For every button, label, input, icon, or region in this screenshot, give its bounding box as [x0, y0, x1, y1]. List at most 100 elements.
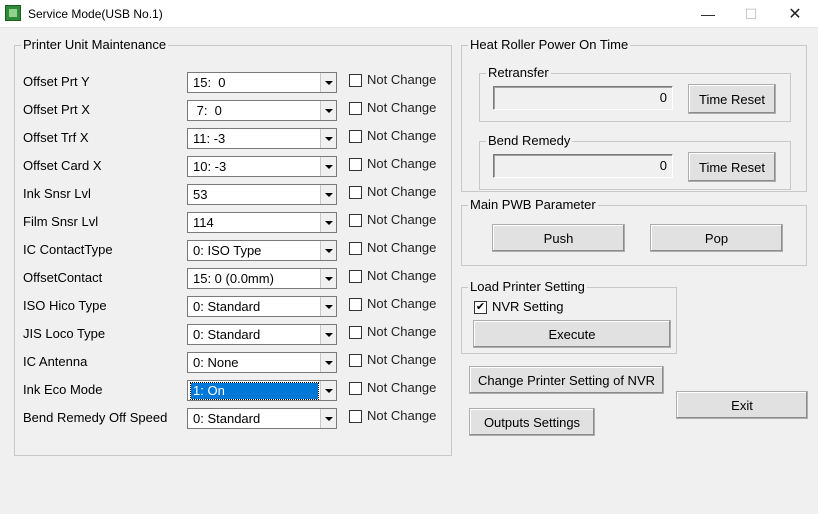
- ink-eco-mode-select[interactable]: 1: On: [187, 380, 337, 401]
- pop-button[interactable]: Pop: [650, 224, 783, 252]
- not-change-label: Not Change: [367, 324, 437, 339]
- bend-remedy-group: Bend Remedy 0 Time Reset: [479, 134, 791, 190]
- combo-value: 114: [193, 215, 214, 230]
- combo-value: 11: -3: [193, 131, 226, 146]
- heat-roller-label: Heat Roller Power On Time: [470, 37, 629, 52]
- chevron-down-icon[interactable]: [320, 129, 336, 148]
- chevron-down-icon[interactable]: [320, 185, 336, 204]
- offsetcontact-select[interactable]: 15: 0 (0.0mm): [187, 268, 337, 289]
- jis-loco-type-label: JIS Loco Type: [23, 326, 106, 341]
- not-change-checkbox-ic-antenna[interactable]: [349, 354, 362, 367]
- not-change-checkbox-bend-remedy-off-speed[interactable]: [349, 410, 362, 423]
- not-change-label: Not Change: [367, 156, 437, 171]
- not-change-label: Not Change: [367, 240, 437, 255]
- chevron-down-icon[interactable]: [320, 157, 336, 176]
- chevron-down-icon[interactable]: [320, 381, 336, 400]
- not-change-label: Not Change: [367, 72, 437, 87]
- ink-snsr-lvl-select[interactable]: 53: [187, 184, 337, 205]
- retransfer-time-reset-button[interactable]: Time Reset: [688, 84, 776, 114]
- outputs-settings-button[interactable]: Outputs Settings: [469, 408, 595, 436]
- not-change-label: Not Change: [367, 128, 437, 143]
- execute-button[interactable]: Execute: [473, 320, 671, 348]
- combo-value: 53: [193, 187, 208, 202]
- ink-snsr-lvl-label: Ink Snsr Lvl: [23, 186, 91, 201]
- service-mode-window: Service Mode(USB No.1) — ☐ ✕ Printer Uni…: [0, 0, 818, 514]
- not-change-checkbox-iso-hico-type[interactable]: [349, 298, 362, 311]
- retransfer-time-value: 0: [493, 86, 673, 110]
- chevron-down-icon[interactable]: [320, 241, 336, 260]
- offsetcontact-label: OffsetContact: [23, 270, 103, 285]
- not-change-label: Not Change: [367, 268, 437, 283]
- chevron-down-icon[interactable]: [320, 269, 336, 288]
- app-icon: [5, 5, 21, 21]
- not-change-checkbox-ink-snsr-lvl[interactable]: [349, 186, 362, 199]
- heat-roller-group: Heat Roller Power On Time Retransfer 0 T…: [461, 38, 807, 192]
- window-title: Service Mode(USB No.1): [28, 7, 163, 21]
- combo-value: 1: On: [190, 382, 319, 400]
- bend-remedy-off-speed-label: Bend Remedy Off Speed: [23, 410, 168, 425]
- film-snsr-lvl-select[interactable]: 114: [187, 212, 337, 233]
- combo-value: 0: Standard: [193, 327, 261, 342]
- not-change-checkbox-offsetcontact[interactable]: [349, 270, 362, 283]
- chevron-down-icon[interactable]: [320, 353, 336, 372]
- bend-remedy-time-value: 0: [493, 154, 673, 178]
- combo-value: 0: None: [193, 355, 239, 370]
- not-change-label: Not Change: [367, 212, 437, 227]
- not-change-checkbox-film-snsr-lvl[interactable]: [349, 214, 362, 227]
- chevron-down-icon[interactable]: [320, 213, 336, 232]
- not-change-label: Not Change: [367, 352, 437, 367]
- offset-prt-y-label: Offset Prt Y: [23, 74, 90, 89]
- film-snsr-lvl-label: Film Snsr Lvl: [23, 214, 99, 229]
- nvr-setting-checkbox[interactable]: ✔: [474, 301, 487, 314]
- ic-contacttype-label: IC ContactType: [23, 242, 113, 257]
- iso-hico-type-label: ISO Hico Type: [23, 298, 107, 313]
- minimize-button[interactable]: —: [685, 0, 731, 28]
- not-change-label: Not Change: [367, 100, 437, 115]
- not-change-checkbox-ink-eco-mode[interactable]: [349, 382, 362, 395]
- combo-value: 0: ISO Type: [193, 243, 262, 258]
- chevron-down-icon[interactable]: [320, 409, 336, 428]
- not-change-checkbox-offset-trf-x[interactable]: [349, 130, 362, 143]
- title-bar[interactable]: Service Mode(USB No.1) — ☐ ✕: [0, 0, 818, 28]
- offset-prt-x-select[interactable]: 7: 0: [187, 100, 337, 121]
- combo-value: 15: 0: [193, 75, 226, 90]
- bend-remedy-off-speed-select[interactable]: 0: Standard: [187, 408, 337, 429]
- not-change-checkbox-offset-prt-y[interactable]: [349, 74, 362, 87]
- offset-trf-x-label: Offset Trf X: [23, 130, 89, 145]
- main-pwb-group: Main PWB Parameter Push Pop: [461, 198, 807, 266]
- offset-trf-x-select[interactable]: 11: -3: [187, 128, 337, 149]
- not-change-label: Not Change: [367, 380, 437, 395]
- printer-unit-maintenance-label: Printer Unit Maintenance: [23, 37, 167, 52]
- chevron-down-icon[interactable]: [320, 73, 336, 92]
- chevron-down-icon[interactable]: [320, 101, 336, 120]
- offset-card-x-select[interactable]: 10: -3: [187, 156, 337, 177]
- load-printer-setting-group: Load Printer Setting ✔ NVR Setting Execu…: [461, 280, 677, 354]
- not-change-checkbox-offset-prt-x[interactable]: [349, 102, 362, 115]
- ic-antenna-select[interactable]: 0: None: [187, 352, 337, 373]
- combo-value: 0: Standard: [193, 299, 261, 314]
- chevron-down-icon[interactable]: [320, 325, 336, 344]
- chevron-down-icon[interactable]: [320, 297, 336, 316]
- not-change-label: Not Change: [367, 184, 437, 199]
- combo-value: 0: Standard: [193, 411, 261, 426]
- ic-contacttype-select[interactable]: 0: ISO Type: [187, 240, 337, 261]
- push-button[interactable]: Push: [492, 224, 625, 252]
- not-change-checkbox-jis-loco-type[interactable]: [349, 326, 362, 339]
- bend-remedy-label: Bend Remedy: [488, 133, 571, 148]
- combo-value: 7: 0: [193, 103, 222, 118]
- change-printer-setting-nvr-button[interactable]: Change Printer Setting of NVR: [469, 366, 664, 394]
- ic-antenna-label: IC Antenna: [23, 354, 88, 369]
- iso-hico-type-select[interactable]: 0: Standard: [187, 296, 337, 317]
- exit-button[interactable]: Exit: [676, 391, 808, 419]
- main-pwb-label: Main PWB Parameter: [470, 197, 596, 212]
- offset-card-x-label: Offset Card X: [23, 158, 102, 173]
- bend-remedy-time-reset-button[interactable]: Time Reset: [688, 152, 776, 182]
- jis-loco-type-select[interactable]: 0: Standard: [187, 324, 337, 345]
- offset-prt-y-select[interactable]: 15: 0: [187, 72, 337, 93]
- maximize-button[interactable]: ☐: [728, 0, 774, 28]
- not-change-checkbox-offset-card-x[interactable]: [349, 158, 362, 171]
- close-button[interactable]: ✕: [772, 0, 818, 28]
- printer-unit-maintenance-group: Printer Unit Maintenance Offset Prt Y 15…: [14, 38, 452, 456]
- retransfer-label: Retransfer: [488, 65, 549, 80]
- not-change-checkbox-ic-contacttype[interactable]: [349, 242, 362, 255]
